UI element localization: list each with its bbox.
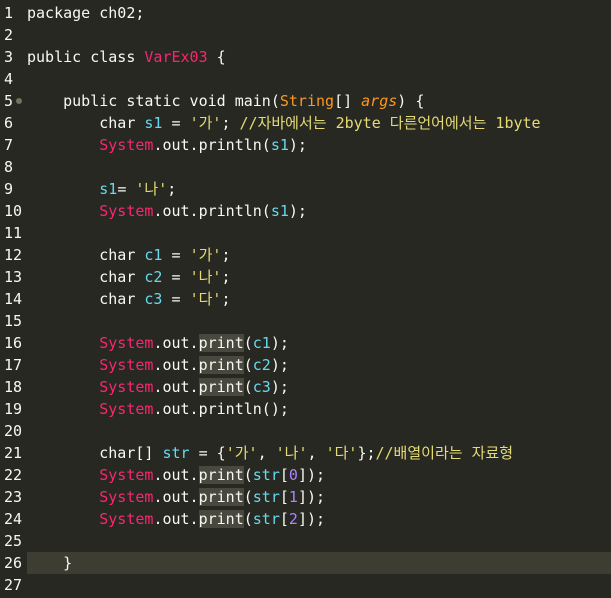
line-number: 21 — [4, 444, 23, 462]
line-number: 15 — [4, 312, 23, 330]
code-line[interactable]: 3 public class VarEx03 { — [0, 46, 611, 68]
code-line[interactable]: 8 — [0, 156, 611, 178]
line-number: 17 — [4, 356, 23, 374]
code-line[interactable]: 26 } — [0, 552, 611, 574]
code-line[interactable]: 14 char c3 = '다'; — [0, 288, 611, 310]
line-number: 7 — [4, 136, 14, 154]
line-number: 23 — [4, 488, 23, 506]
code-line[interactable]: 13 char c2 = '나'; — [0, 266, 611, 288]
code-line[interactable]: 18 System.out.print(c3); — [0, 376, 611, 398]
code-line[interactable]: 7 System.out.println(s1); — [0, 134, 611, 156]
code-text[interactable]: System.out.print(c2); — [27, 354, 611, 376]
line-number: 1 — [4, 4, 14, 22]
code-line[interactable]: 22 System.out.print(str[0]); — [0, 464, 611, 486]
code-text[interactable]: System.out.println(); — [27, 398, 611, 420]
code-editor[interactable]: 1 package ch02; 2 3 public class VarEx03 {4 5… — [0, 0, 611, 598]
code-line[interactable]: 24 System.out.print(str[2]); — [0, 508, 611, 530]
code-text[interactable]: char c2 = '나'; — [27, 266, 611, 288]
line-number: 2 — [4, 26, 14, 44]
code-line[interactable]: 20 — [0, 420, 611, 442]
line-number: 14 — [4, 290, 23, 308]
code-line[interactable]: 10 System.out.println(s1); — [0, 200, 611, 222]
code-line[interactable]: 2 — [0, 24, 611, 46]
code-text[interactable]: System.out.println(s1); — [27, 134, 611, 156]
line-number: 26 — [4, 554, 23, 572]
code-line[interactable]: 21 char[] str = {'가', '나', '다'};//배열이라는 … — [0, 442, 611, 464]
code-text[interactable] — [27, 68, 611, 90]
code-line[interactable]: 25 — [0, 530, 611, 552]
line-number: 6 — [4, 114, 14, 132]
code-line[interactable]: 9 s1= '나'; — [0, 178, 611, 200]
line-number: 20 — [4, 422, 23, 440]
line-number: 27 — [4, 576, 23, 594]
line-number: 18 — [4, 378, 23, 396]
code-text[interactable]: System.out.print(c1); — [27, 332, 611, 354]
code-line[interactable]: 16 System.out.print(c1); — [0, 332, 611, 354]
line-number: 12 — [4, 246, 23, 264]
line-number: 19 — [4, 400, 23, 418]
code-line[interactable]: 4 — [0, 68, 611, 90]
code-text[interactable]: s1= '나'; — [27, 178, 611, 200]
code-text[interactable]: public class VarEx03 { — [27, 46, 611, 68]
code-text[interactable] — [27, 574, 611, 596]
code-text[interactable]: System.out.print(c3); — [27, 376, 611, 398]
code-text[interactable]: System.out.print(str[0]); — [27, 464, 611, 486]
code-text[interactable]: char c3 = '다'; — [27, 288, 611, 310]
line-number: 16 — [4, 334, 23, 352]
line-number: 22 — [4, 466, 23, 484]
line-number: 8 — [4, 158, 14, 176]
code-text[interactable] — [27, 222, 611, 244]
line-number: 3 — [4, 48, 14, 66]
code-text[interactable] — [27, 24, 611, 46]
code-line[interactable]: 23 System.out.print(str[1]); — [0, 486, 611, 508]
line-number: 9 — [4, 180, 14, 198]
line-number: 10 — [4, 202, 23, 220]
code-text[interactable]: char c1 = '가'; — [27, 244, 611, 266]
code-text[interactable]: } — [27, 552, 611, 574]
line-number: 24 — [4, 510, 23, 528]
code-line[interactable]: 11 — [0, 222, 611, 244]
line-number: 25 — [4, 532, 23, 550]
code-text[interactable]: char s1 = '가'; //자바에서는 2byte 다른언어에서는 1by… — [27, 112, 611, 134]
fold-marker-icon[interactable] — [16, 98, 22, 104]
code-line[interactable]: 12 char c1 = '가'; — [0, 244, 611, 266]
code-text[interactable]: package ch02; — [27, 2, 611, 24]
code-text[interactable] — [27, 530, 611, 552]
line-number: 13 — [4, 268, 23, 286]
line-number: 4 — [4, 70, 14, 88]
code-text[interactable] — [27, 156, 611, 178]
code-text[interactable]: public static void main(String[] args) { — [27, 90, 611, 112]
code-text[interactable] — [27, 310, 611, 332]
code-text[interactable]: System.out.print(str[1]); — [27, 486, 611, 508]
code-line[interactable]: 1 package ch02; — [0, 2, 611, 24]
code-line[interactable]: 19 System.out.println(); — [0, 398, 611, 420]
code-line[interactable]: 6 char s1 = '가'; //자바에서는 2byte 다른언어에서는 1… — [0, 112, 611, 134]
code-line[interactable]: 5 public static void main(String[] args)… — [0, 90, 611, 112]
code-text[interactable] — [27, 420, 611, 442]
code-line[interactable]: 17 System.out.print(c2); — [0, 354, 611, 376]
code-line[interactable]: 15 — [0, 310, 611, 332]
code-text[interactable]: char[] str = {'가', '나', '다'};//배열이라는 자료형 — [27, 442, 611, 464]
code-text[interactable]: System.out.println(s1); — [27, 200, 611, 222]
code-text[interactable]: System.out.print(str[2]); — [27, 508, 611, 530]
code-line[interactable]: 27 — [0, 574, 611, 596]
line-number: 11 — [4, 224, 23, 242]
